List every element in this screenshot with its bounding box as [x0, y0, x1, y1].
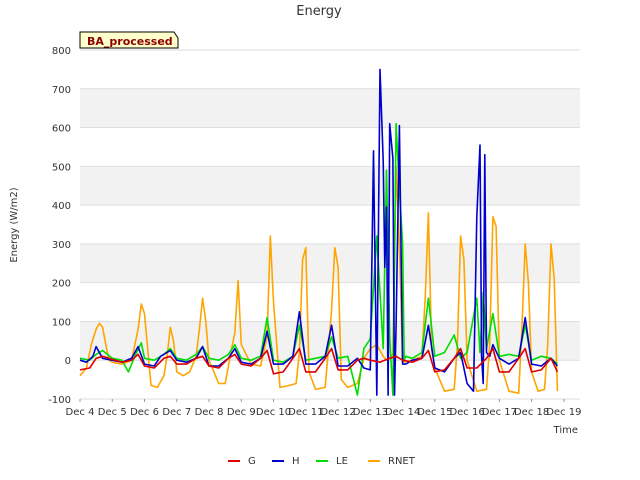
y-tick-label: 200 [52, 279, 71, 290]
y-tick-label: 0 [65, 356, 71, 367]
x-tick-label: Dec 10 [256, 407, 291, 418]
plot-band [80, 243, 580, 283]
legend-item-h: H [272, 456, 300, 467]
legend-label: G [248, 456, 256, 467]
y-tick-label: -100 [48, 395, 71, 406]
legend-label: LE [336, 456, 348, 467]
x-tick-label: Dec 7 [162, 407, 191, 418]
x-tick-label: Dec 19 [546, 407, 581, 418]
x-tick-label: Dec 5 [98, 407, 127, 418]
x-tick-label: Dec 17 [482, 407, 517, 418]
x-tick-label: Dec 11 [288, 407, 323, 418]
x-tick-label: Dec 12 [320, 407, 355, 418]
y-tick-label: 500 [52, 162, 71, 173]
plot-band [80, 166, 580, 206]
x-tick-label: Dec 15 [417, 407, 452, 418]
legend-label: H [292, 456, 300, 467]
y-tick-label: 400 [52, 201, 71, 212]
x-axis: Dec 4 Dec 5 Dec 6 Dec 7 Dec 8 Dec 9 Dec 10Dec … [66, 399, 582, 418]
y-tick-label: 700 [52, 85, 71, 96]
badge-label: BA_processed [87, 35, 173, 48]
x-tick-label: Dec 4 [66, 407, 95, 418]
legend: G H LE RNET [228, 456, 416, 467]
x-tick-label: Dec 9 [227, 407, 256, 418]
x-tick-label: Dec 6 [130, 407, 159, 418]
x-tick-label: Dec 14 [385, 407, 420, 418]
legend-item-le: LE [316, 456, 348, 467]
plot-band [80, 88, 580, 128]
x-tick-label: Dec 13 [353, 407, 388, 418]
x-axis-label: Time [553, 425, 578, 436]
x-tick-label: Dec 8 [195, 407, 224, 418]
y-tick-label: 600 [52, 124, 71, 135]
badge: BA_processed [79, 31, 179, 49]
chart-title: Energy [296, 4, 342, 19]
y-tick-label: 100 [52, 317, 71, 328]
y-tick-label: 300 [52, 240, 71, 251]
y-tick-label: 800 [52, 46, 71, 57]
energy-chart: Energy -100 0 100 200 300 400 500 600 700 800 Dec… [9, 4, 582, 467]
legend-item-g: G [228, 456, 256, 467]
plot-background [80, 50, 580, 399]
x-tick-label: Dec 18 [514, 407, 549, 418]
x-tick-label: Dec 16 [449, 407, 484, 418]
legend-item-rnet: RNET [368, 456, 416, 467]
y-axis: -100 0 100 200 300 400 500 600 700 800 [48, 46, 71, 406]
y-axis-label: Energy (W/m2) [9, 187, 20, 262]
legend-label: RNET [388, 456, 416, 467]
